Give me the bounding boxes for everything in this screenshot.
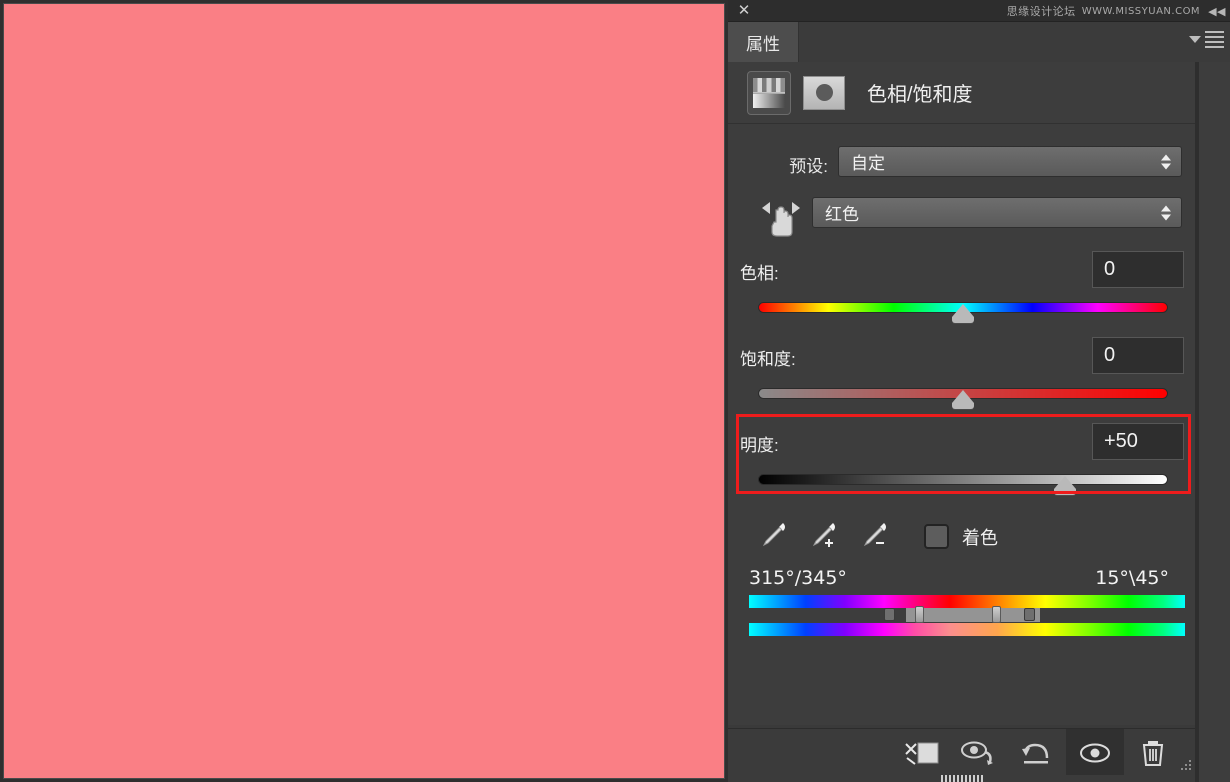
colorize-checkbox[interactable] [924, 524, 949, 549]
range-handle-left[interactable] [915, 606, 924, 623]
panel-bottom-toolbar [728, 728, 1195, 776]
watermark-en: WWW.MISSYUAN.COM [1081, 5, 1201, 17]
collapse-arrows-icon[interactable]: ◀◀ [1208, 5, 1226, 18]
lightness-value: +50 [1104, 430, 1138, 452]
saturation-value: 0 [1104, 344, 1116, 366]
watermark: 思缘设计论坛 WWW.MISSYUAN.COM ◀◀ [1007, 2, 1226, 20]
photoshop-properties-panel-screen: ✕ 思缘设计论坛 WWW.MISSYUAN.COM ◀◀ 属性 色相/饱和度 预… [0, 0, 1230, 782]
tab-properties-label: 属性 [746, 34, 780, 54]
eyedropper-icon[interactable] [757, 518, 791, 552]
range-left-readout: 315°/345° [749, 567, 847, 589]
lightness-value-input[interactable]: +50 [1092, 423, 1184, 460]
range-falloff-handle-right[interactable] [1024, 608, 1035, 621]
lightness-label: 明度: [740, 436, 779, 455]
close-icon[interactable]: ✕ [736, 3, 752, 19]
delete-layer-icon[interactable] [1124, 729, 1182, 776]
reset-icon[interactable] [1008, 729, 1066, 776]
preset-label: 预设: [789, 157, 828, 176]
saturation-label: 饱和度: [740, 350, 796, 369]
hue-colorbar-original [749, 595, 1185, 608]
saturation-slider-thumb[interactable] [952, 390, 974, 409]
panel-bottom-resize-handle[interactable] [728, 775, 1195, 782]
range-handle-right[interactable] [992, 606, 1001, 623]
colorize-label: 着色 [962, 528, 998, 548]
hue-saturation-icon[interactable] [747, 70, 791, 115]
preset-value: 自定 [851, 154, 885, 173]
hue-value-input[interactable]: 0 [1092, 251, 1184, 288]
eyedropper-subtract-icon[interactable] [858, 518, 892, 552]
lightness-slider-thumb[interactable] [1054, 476, 1076, 495]
panel-title-strip: ✕ 思缘设计论坛 WWW.MISSYUAN.COM ◀◀ [728, 0, 1230, 22]
clip-to-layer-icon[interactable] [892, 729, 950, 776]
document-canvas-area [0, 0, 728, 782]
eyedropper-add-icon[interactable] [807, 518, 841, 552]
panel-tab-bar: 属性 [728, 22, 1230, 62]
watermark-cn: 思缘设计论坛 [1006, 5, 1076, 18]
preset-select[interactable]: 自定 [838, 146, 1182, 177]
resize-bars-icon [940, 775, 983, 782]
adjustment-header: 色相/饱和度 [728, 62, 1195, 124]
tab-bar-empty-area [798, 22, 1230, 62]
layer-mask-thumbnail[interactable] [803, 75, 845, 110]
hue-colorbar-adjusted [749, 623, 1185, 636]
saturation-value-input[interactable]: 0 [1092, 337, 1184, 374]
hue-saturation-glyph [753, 77, 785, 108]
lightness-slider-track[interactable] [758, 474, 1168, 485]
range-falloff-handle-left[interactable] [884, 608, 895, 621]
hamburger-icon [1205, 31, 1224, 48]
range-right-readout: 15°\45° [1095, 567, 1169, 589]
panel-right-edge-shadow [1195, 20, 1199, 782]
canvas-image[interactable] [3, 3, 725, 779]
properties-panel: ✕ 思缘设计论坛 WWW.MISSYUAN.COM ◀◀ 属性 色相/饱和度 预… [728, 0, 1230, 782]
toggle-visibility-icon[interactable] [1066, 729, 1124, 776]
channel-spinner-icon [1161, 205, 1171, 220]
view-previous-state-icon[interactable] [950, 729, 1008, 776]
hue-label: 色相: [740, 264, 779, 283]
panel-right-edge [1195, 0, 1230, 782]
preset-spinner-icon [1161, 154, 1171, 169]
chevron-down-icon [1189, 36, 1201, 43]
channel-select[interactable]: 红色 [812, 197, 1182, 228]
panel-body: 预设: 自定 红色 色相: 0 饱和度: 0 明度: +50 着色 315°/3… [728, 124, 1195, 725]
hue-value: 0 [1104, 258, 1116, 280]
tab-properties[interactable]: 属性 [728, 22, 798, 62]
adjustment-title: 色相/饱和度 [867, 84, 973, 106]
hue-slider-thumb[interactable] [952, 304, 974, 323]
range-selection-band[interactable] [906, 608, 1040, 622]
panel-resize-grip-icon[interactable] [1177, 756, 1193, 772]
targeted-adjustment-hand-icon[interactable] [758, 196, 804, 243]
mask-dot-icon [815, 84, 833, 101]
channel-value: 红色 [825, 205, 859, 224]
panel-menu-icon[interactable] [1189, 31, 1224, 48]
